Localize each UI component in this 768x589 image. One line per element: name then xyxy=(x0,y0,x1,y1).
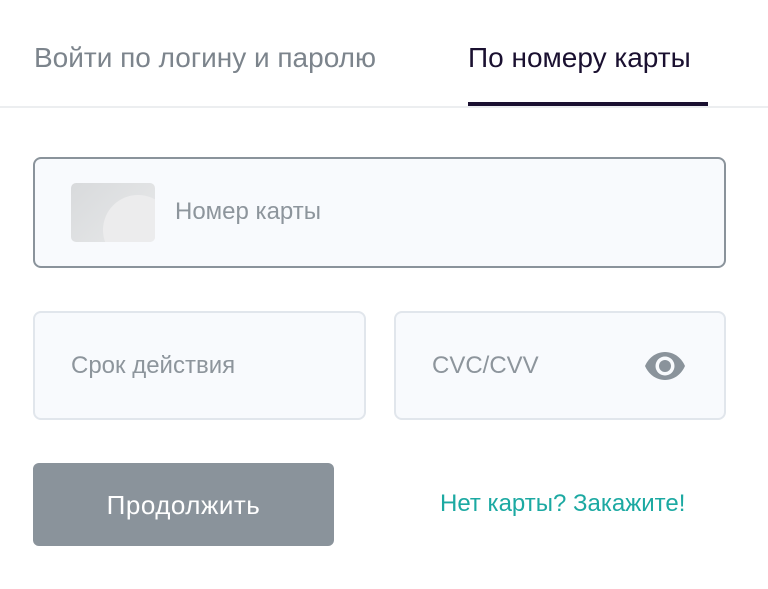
tab-login-password[interactable]: Войти по логину и паролю xyxy=(34,40,376,76)
cvc-field[interactable]: CVC/CVV xyxy=(394,311,726,420)
order-card-link[interactable]: Нет карты? Закажите! xyxy=(440,489,685,519)
expiry-field[interactable]: Срок действия xyxy=(33,311,366,420)
card-login-form: Войти по логину и паролю По номеру карты… xyxy=(0,0,768,589)
login-tabs: Войти по логину и паролю По номеру карты xyxy=(0,0,768,108)
card-number-placeholder: Номер карты xyxy=(175,198,321,225)
active-tab-indicator xyxy=(468,102,708,106)
continue-button[interactable]: Продолжить xyxy=(33,463,334,546)
card-number-field[interactable]: Номер карты xyxy=(33,157,726,268)
expiry-placeholder: Срок действия xyxy=(71,352,236,379)
card-placeholder-icon xyxy=(71,183,155,242)
tab-card-number[interactable]: По номеру карты xyxy=(468,40,691,76)
cvc-placeholder: CVC/CVV xyxy=(432,352,539,379)
eye-icon[interactable] xyxy=(644,349,686,383)
